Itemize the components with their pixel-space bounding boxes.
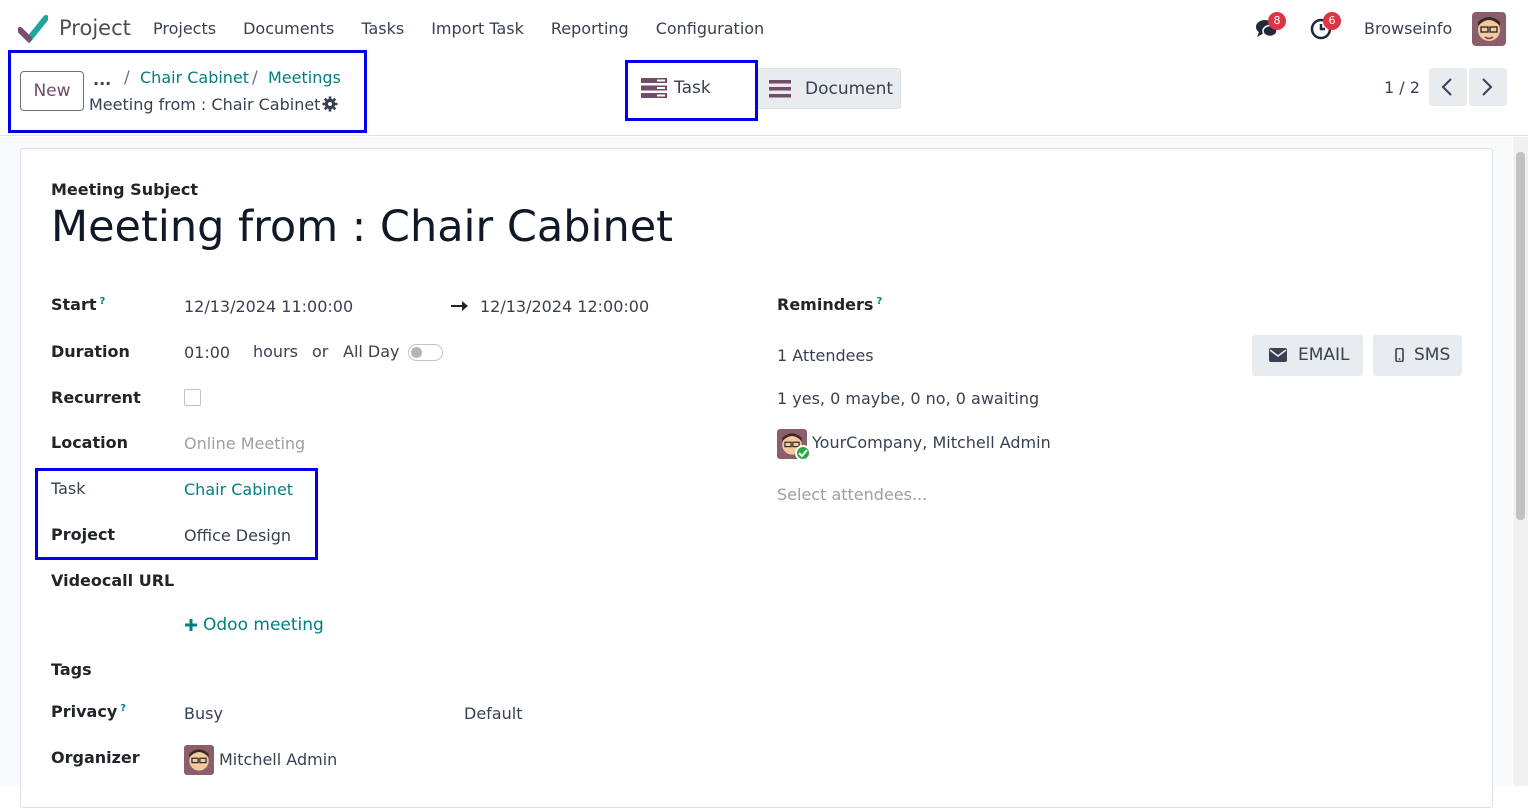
avatar-face-icon (184, 745, 214, 775)
menu-reporting[interactable]: Reporting (551, 19, 629, 38)
sms-button-label: SMS (1414, 345, 1451, 365)
meeting-subject-field[interactable]: Meeting from : Chair Cabinet (51, 202, 673, 252)
highlight-task-button (625, 60, 758, 121)
duration-unit: hours (253, 342, 298, 361)
highlight-task-project (35, 468, 318, 560)
arrow-right-icon (451, 301, 468, 311)
activities-badge: 6 (1323, 12, 1341, 30)
odoo-meeting-label: Odoo meeting (203, 615, 324, 635)
project-app-logo-icon[interactable] (18, 14, 48, 44)
start-field[interactable]: 12/13/2024 11:00:00 (184, 297, 353, 316)
menu-configuration[interactable]: Configuration (656, 19, 765, 38)
help-icon[interactable]: ? (100, 296, 106, 307)
videocall-url-label: Videocall URL (51, 571, 175, 590)
list-icon (769, 80, 791, 98)
email-button-label: EMAIL (1298, 345, 1350, 365)
pager-previous-button[interactable] (1429, 68, 1467, 106)
meeting-subject-label: Meeting Subject (51, 180, 199, 199)
activities-button[interactable]: 6 (1309, 12, 1341, 42)
menu-projects[interactable]: Projects (153, 19, 216, 38)
document-smart-button[interactable]: Document (757, 68, 901, 109)
avatar-face-icon (1472, 12, 1506, 46)
messages-button[interactable]: 8 (1254, 12, 1286, 42)
plus-icon (185, 619, 197, 631)
pager-next-button[interactable] (1469, 68, 1507, 106)
document-smart-label: Document (805, 79, 894, 99)
privacy-field[interactable]: Default (464, 704, 522, 723)
reminders-label: Reminders? (777, 295, 883, 314)
menu-tasks[interactable]: Tasks (361, 19, 404, 38)
location-field[interactable]: Online Meeting (184, 434, 305, 453)
allday-label: All Day (343, 342, 400, 361)
privacy-label: Privacy? (51, 702, 127, 721)
attendees-count: 1 Attendees (777, 346, 874, 365)
company-name[interactable]: Browseinfo (1364, 19, 1452, 38)
main-menu: Projects Documents Tasks Import Task Rep… (153, 19, 791, 38)
duration-field[interactable]: 01:00 (184, 343, 230, 362)
email-button[interactable]: EMAIL (1252, 335, 1363, 376)
end-field[interactable]: 12/13/2024 12:00:00 (480, 297, 649, 316)
sms-button[interactable]: SMS (1373, 335, 1462, 376)
chevron-right-icon (1482, 78, 1493, 96)
select-attendees-input[interactable]: Select attendees... (777, 485, 927, 504)
allday-toggle[interactable] (408, 344, 443, 361)
mobile-phone-icon (1395, 348, 1404, 362)
menu-documents[interactable]: Documents (243, 19, 334, 38)
organizer-field[interactable]: Mitchell Admin (219, 750, 337, 769)
user-avatar[interactable] (1472, 12, 1506, 46)
recurrent-checkbox[interactable] (184, 389, 201, 406)
pager-value[interactable]: 1 / 2 (1384, 78, 1420, 97)
tags-label: Tags (51, 660, 92, 679)
help-icon[interactable]: ? (120, 703, 126, 714)
start-label: Start? (51, 295, 106, 314)
app-name[interactable]: Project (59, 16, 131, 40)
organizer-avatar (184, 745, 214, 775)
show-as-field[interactable]: Busy (184, 704, 223, 723)
help-icon[interactable]: ? (876, 296, 882, 307)
attendee-name[interactable]: YourCompany, Mitchell Admin (812, 433, 1051, 452)
duration-label: Duration (51, 342, 130, 361)
organizer-label: Organizer (51, 748, 140, 767)
location-label: Location (51, 433, 128, 452)
highlight-breadcrumb-area (8, 50, 367, 133)
accepted-check-icon (795, 445, 811, 461)
menu-import-task[interactable]: Import Task (431, 19, 524, 38)
duration-or: or (312, 342, 329, 361)
messages-badge: 8 (1268, 12, 1286, 30)
scrollbar-thumb[interactable] (1516, 152, 1525, 520)
chevron-left-icon (1441, 78, 1452, 96)
recurrent-label: Recurrent (51, 388, 141, 407)
attendees-summary: 1 yes, 0 maybe, 0 no, 0 awaiting (777, 389, 1040, 408)
envelope-icon (1269, 348, 1287, 362)
